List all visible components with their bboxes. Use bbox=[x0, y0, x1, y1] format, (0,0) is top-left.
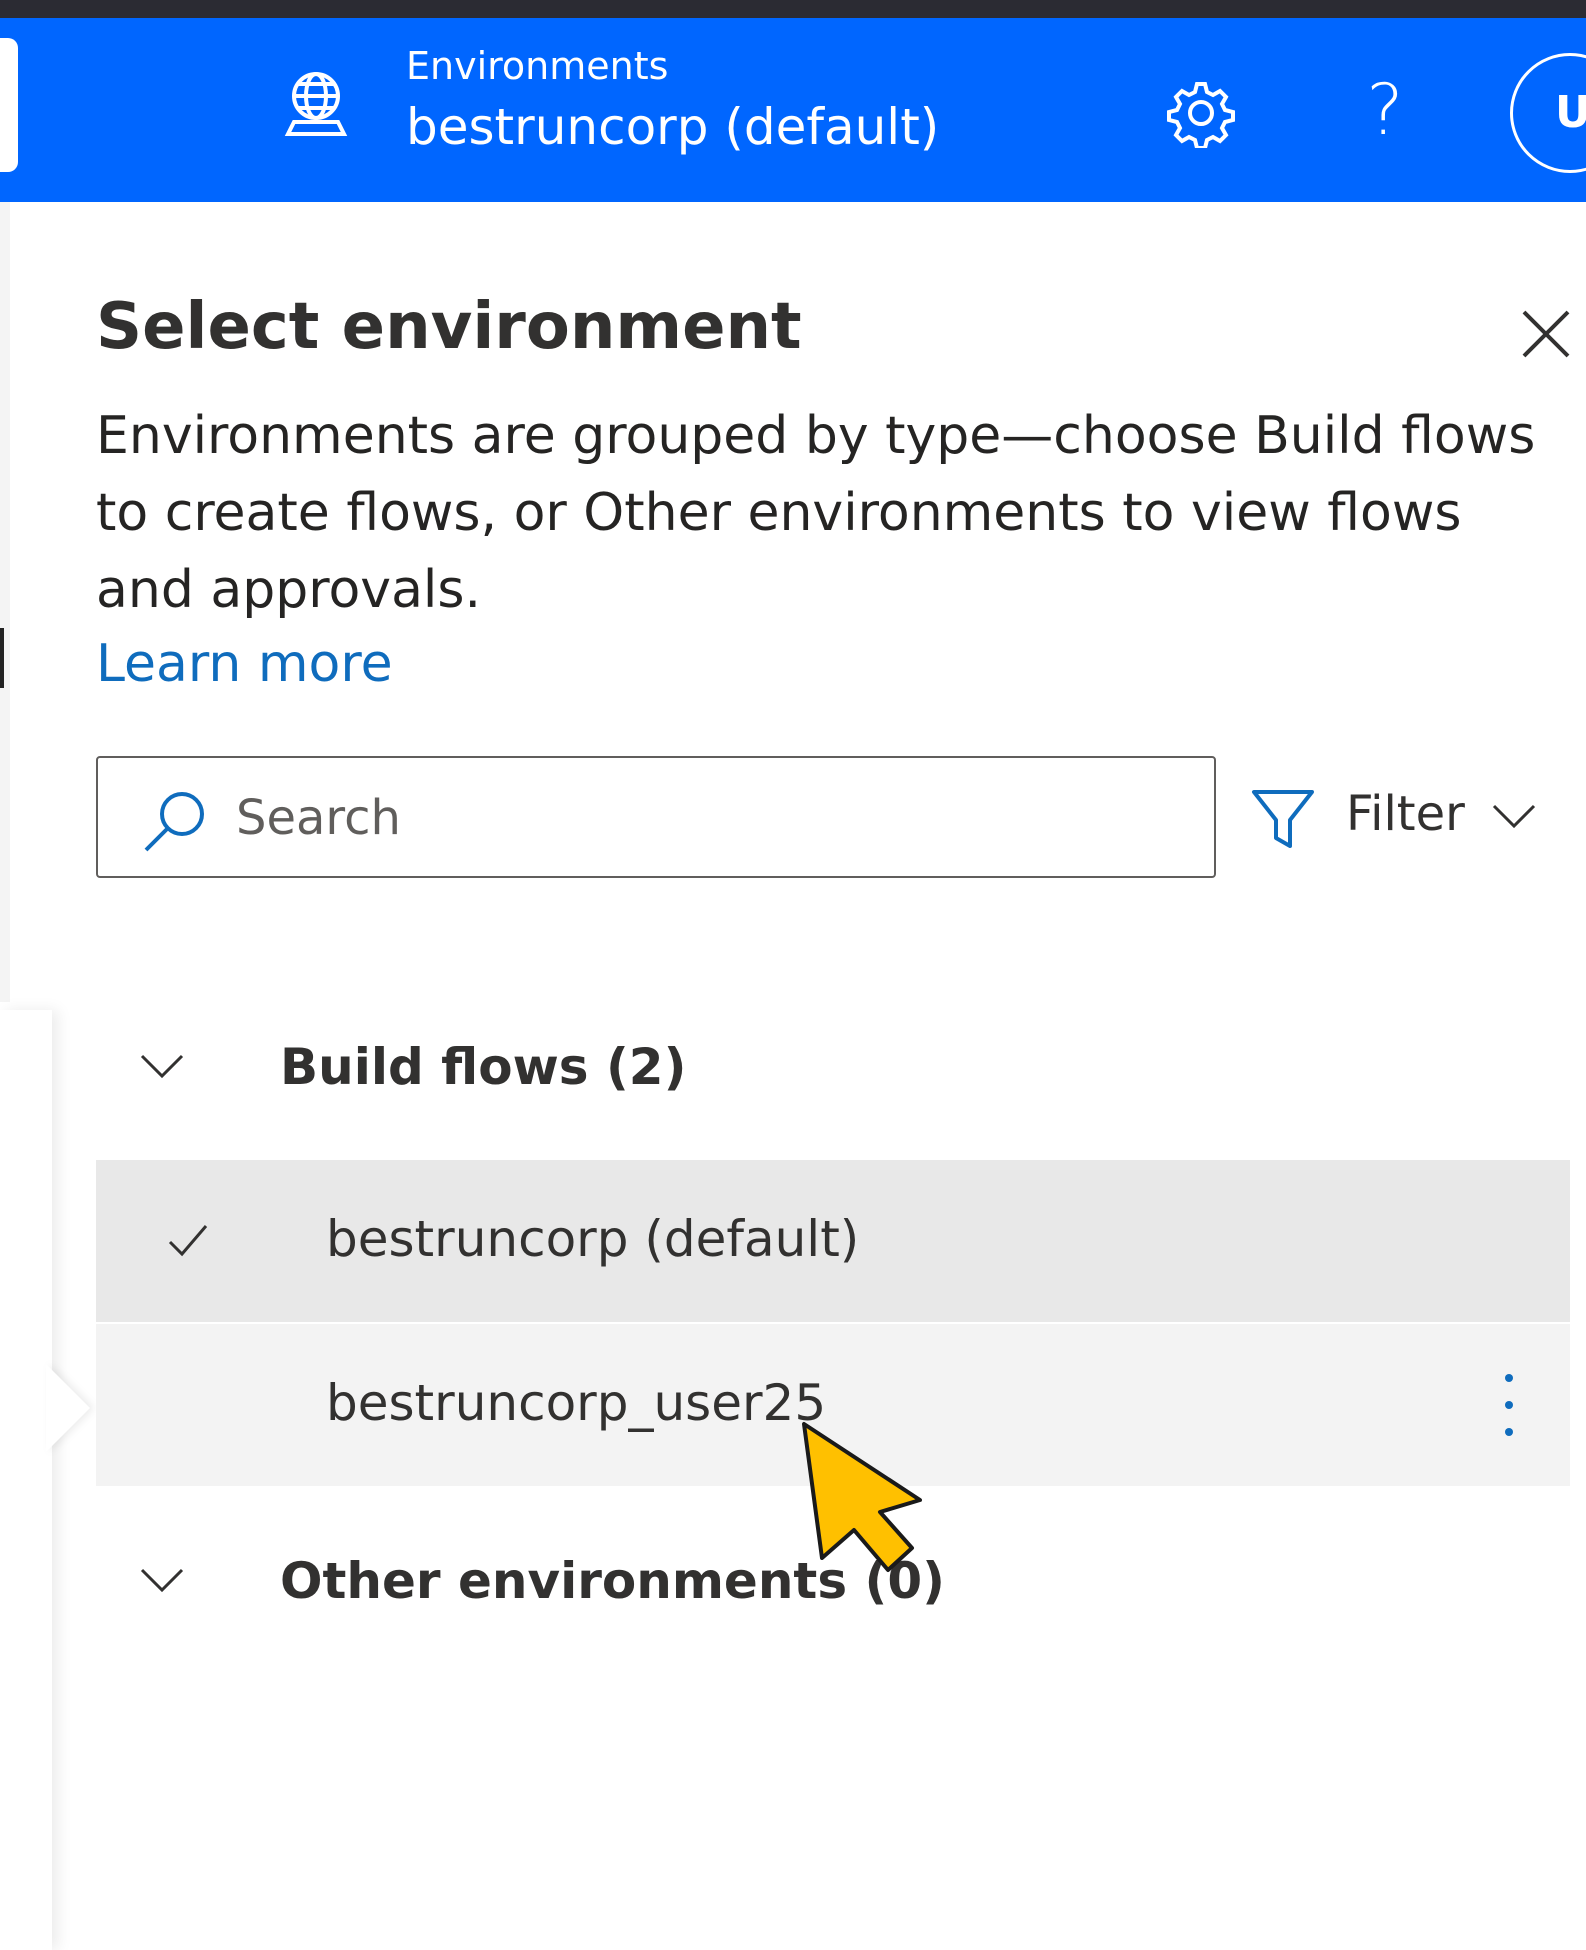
chevron-down-icon bbox=[1492, 804, 1536, 829]
chevron-down-icon bbox=[140, 1568, 184, 1593]
environment-row-bestruncorp-default[interactable]: bestruncorp (default) bbox=[96, 1160, 1570, 1322]
checkmark-icon bbox=[168, 1225, 208, 1257]
select-environment-panel: Select environment Environments are grou… bbox=[0, 202, 1586, 1950]
flyout-pointer bbox=[46, 1364, 90, 1452]
search-input[interactable] bbox=[236, 776, 1176, 860]
gear-icon[interactable] bbox=[1166, 78, 1236, 148]
search-icon bbox=[144, 792, 204, 852]
close-icon[interactable] bbox=[1520, 308, 1572, 360]
search-box[interactable] bbox=[96, 756, 1216, 878]
header-left-control[interactable] bbox=[0, 38, 18, 172]
current-environment-name[interactable]: bestruncorp (default) bbox=[406, 98, 939, 156]
window-top-strip bbox=[0, 0, 1586, 18]
environments-caption: Environments bbox=[406, 44, 669, 88]
filter-icon bbox=[1252, 790, 1314, 848]
flyout-edge bbox=[0, 1010, 52, 1950]
environment-name: bestruncorp_user25 bbox=[326, 1374, 827, 1432]
learn-more-link[interactable]: Learn more bbox=[96, 634, 393, 694]
panel-title: Select environment bbox=[96, 290, 802, 364]
environment-name: bestruncorp (default) bbox=[326, 1210, 860, 1268]
filter-label: Filter bbox=[1346, 786, 1465, 842]
globe-icon[interactable] bbox=[282, 68, 350, 140]
mouse-cursor-icon bbox=[802, 1422, 922, 1572]
group-header-build-flows[interactable]: Build flows (2) bbox=[96, 1020, 1576, 1120]
chevron-down-icon bbox=[140, 1054, 184, 1079]
more-options-icon[interactable] bbox=[1496, 1368, 1522, 1442]
filter-button[interactable]: Filter bbox=[1246, 778, 1546, 858]
group-label: Build flows (2) bbox=[280, 1038, 687, 1096]
panel-description: Environments are grouped by type—choose … bbox=[96, 406, 1536, 620]
help-icon[interactable]: ? bbox=[1360, 70, 1410, 150]
